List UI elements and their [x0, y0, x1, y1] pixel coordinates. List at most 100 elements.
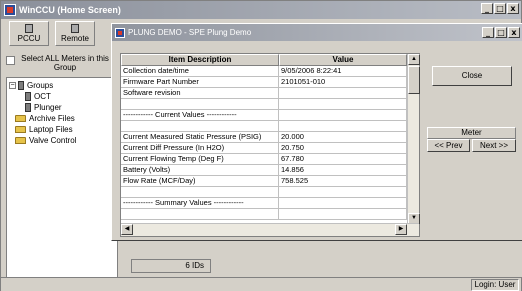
- cell-item-description: Firmware Part Number: [121, 77, 279, 88]
- table-row[interactable]: [121, 187, 419, 198]
- cell-value: [279, 187, 407, 198]
- group-tree: − Groups OCT Plunger Archive Files Lapto…: [6, 77, 118, 289]
- cell-value: [279, 198, 407, 209]
- select-all-meters[interactable]: Select ALL Meters in this Group: [6, 54, 116, 72]
- cell-value: [279, 121, 407, 132]
- child-maximize-button[interactable]: □: [495, 27, 507, 38]
- remote-icon: [71, 24, 79, 33]
- ids-count: 6 IDs: [131, 259, 211, 273]
- tree-label-oct: OCT: [34, 92, 51, 101]
- scroll-up-arrow-icon[interactable]: ▲: [408, 54, 420, 65]
- tree-label-archive: Archive Files: [29, 114, 75, 123]
- table-row[interactable]: Flow Rate (MCF/Day) 758.525: [121, 176, 419, 187]
- table-row[interactable]: ------------ Summary Values ------------: [121, 198, 419, 209]
- pccu-label: PCCU: [17, 34, 41, 43]
- minimize-button[interactable]: _: [481, 3, 493, 14]
- meter-label: Meter: [427, 127, 516, 139]
- child-window-title: PLUNG DEMO - SPE Plung Demo: [128, 28, 252, 37]
- left-panel: PCCU Remote Select ALL Meters in this Gr…: [3, 21, 118, 289]
- tree-label-laptop: Laptop Files: [29, 125, 73, 134]
- meter-icon: [25, 92, 31, 101]
- cell-value: 2101051-010: [279, 77, 407, 88]
- table-row[interactable]: Current Diff Pressure (In H2O) 20.750: [121, 143, 419, 154]
- cell-item-description: [121, 187, 279, 198]
- cell-item-description: ------------ Current Values ------------: [121, 110, 279, 121]
- table-row[interactable]: [121, 121, 419, 132]
- header-item-description[interactable]: Item Description: [121, 54, 279, 66]
- horizontal-scrollbar[interactable]: ◀ ▶: [121, 223, 419, 236]
- data-grid: Item Description Value Collection date/t…: [120, 53, 420, 237]
- child-minimize-button[interactable]: _: [482, 27, 494, 38]
- table-row[interactable]: Current Flowing Temp (Deg F) 67.780: [121, 154, 419, 165]
- cell-value: [279, 99, 407, 110]
- app-icon: [115, 27, 125, 38]
- tree-item-laptop[interactable]: Laptop Files: [9, 124, 115, 135]
- close-button[interactable]: Close: [432, 66, 512, 86]
- cell-item-description: Software revision: [121, 88, 279, 99]
- login-status: Login: User: [471, 279, 519, 291]
- cell-value: [279, 88, 407, 99]
- cell-item-description: Current Diff Pressure (In H2O): [121, 143, 279, 154]
- pccu-icon: [25, 24, 33, 33]
- tree-item-plunger[interactable]: Plunger: [9, 102, 115, 113]
- folder-icon: [15, 137, 26, 144]
- select-all-checkbox[interactable]: [6, 56, 15, 65]
- table-row[interactable]: Firmware Part Number 2101051-010: [121, 77, 419, 88]
- cell-item-description: Current Measured Static Pressure (PSIG): [121, 132, 279, 143]
- scroll-left-arrow-icon[interactable]: ◀: [121, 224, 133, 235]
- vertical-scrollbar[interactable]: ▲ ▼: [407, 54, 420, 224]
- cell-item-description: Collection date/time: [121, 66, 279, 77]
- remote-label: Remote: [60, 34, 89, 43]
- remote-button[interactable]: Remote: [55, 21, 95, 46]
- cell-value: 67.780: [279, 154, 407, 165]
- maximize-button[interactable]: □: [494, 3, 506, 14]
- grid-header: Item Description Value: [121, 54, 419, 66]
- prev-meter-button[interactable]: << Prev: [427, 139, 470, 152]
- cell-item-description: [121, 121, 279, 132]
- table-row[interactable]: Software revision: [121, 88, 419, 99]
- meter-icon: [25, 103, 31, 112]
- table-row[interactable]: Battery (Volts) 14.856: [121, 165, 419, 176]
- pccu-button[interactable]: PCCU: [9, 21, 49, 46]
- folder-icon: [15, 126, 26, 133]
- tree-item-archive[interactable]: Archive Files: [9, 113, 115, 124]
- close-window-button[interactable]: x: [507, 3, 519, 14]
- cell-item-description: Current Flowing Temp (Deg F): [121, 154, 279, 165]
- plung-demo-window: PLUNG DEMO - SPE Plung Demo _ □ x Item D…: [111, 23, 522, 241]
- table-row[interactable]: Current Measured Static Pressure (PSIG) 2…: [121, 132, 419, 143]
- tree-item-groups[interactable]: − Groups: [9, 80, 115, 91]
- folder-icon: [15, 115, 26, 122]
- next-meter-button[interactable]: Next >>: [472, 139, 516, 152]
- group-icon: [18, 81, 24, 90]
- cell-value: 20.750: [279, 143, 407, 154]
- meter-navigation: Meter << Prev Next >>: [427, 127, 516, 155]
- tree-item-oct[interactable]: OCT: [9, 91, 115, 102]
- table-row[interactable]: Collection date/time 9/05/2006 8:22:41: [121, 66, 419, 77]
- vertical-scroll-thumb[interactable]: [408, 66, 420, 94]
- table-row[interactable]: [121, 99, 419, 110]
- tree-item-valve[interactable]: Valve Control: [9, 135, 115, 146]
- grid-body: Collection date/time 9/05/2006 8:22:41 Fir…: [121, 66, 419, 220]
- child-close-button[interactable]: x: [508, 27, 520, 38]
- cell-value: 9/05/2006 8:22:41: [279, 66, 407, 77]
- main-title-bar[interactable]: WinCCU (Home Screen) _ □ x: [1, 1, 521, 19]
- child-title-bar[interactable]: PLUNG DEMO - SPE Plung Demo _ □ x: [112, 24, 522, 41]
- table-row[interactable]: [121, 209, 419, 220]
- cell-item-description: [121, 99, 279, 110]
- collapse-icon[interactable]: −: [9, 82, 16, 89]
- scroll-right-arrow-icon[interactable]: ▶: [395, 224, 407, 235]
- toolbar: PCCU Remote: [3, 21, 117, 48]
- tree-label-plunger: Plunger: [34, 103, 62, 112]
- main-window: WinCCU (Home Screen) _ □ x PCCU Remote S…: [0, 0, 522, 291]
- tree-label-groups: Groups: [27, 81, 54, 90]
- table-row[interactable]: ------------ Current Values ------------: [121, 110, 419, 121]
- header-value[interactable]: Value: [279, 54, 407, 66]
- cell-value: 20.000: [279, 132, 407, 143]
- main-window-title: WinCCU (Home Screen): [19, 5, 121, 15]
- cell-value: [279, 209, 407, 220]
- cell-item-description: ------------ Summary Values ------------: [121, 198, 279, 209]
- select-all-label: Select ALL Meters in this Group: [21, 54, 109, 72]
- status-bar: Login: User: [1, 277, 521, 291]
- cell-value: 758.525: [279, 176, 407, 187]
- tree-label-valve: Valve Control: [29, 136, 77, 145]
